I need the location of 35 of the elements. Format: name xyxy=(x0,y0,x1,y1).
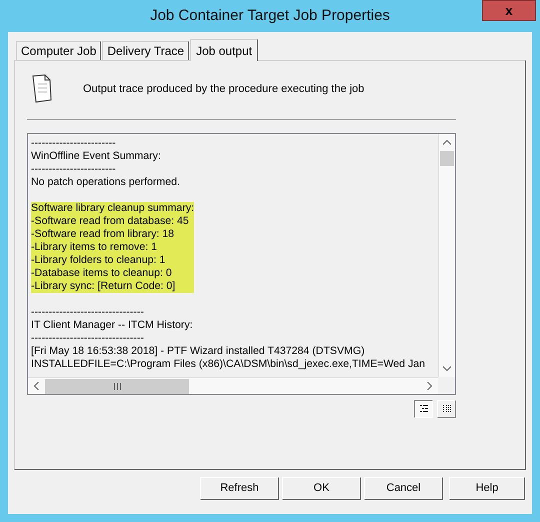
output-line: -Library sync: [Return Code: 0] xyxy=(31,280,176,293)
vertical-scrollbar[interactable] xyxy=(438,134,455,377)
dialog-button[interactable]: OK xyxy=(282,477,361,500)
output-line: -Software read from library: 18 xyxy=(31,228,174,241)
tab[interactable]: Computer Job xyxy=(16,41,102,60)
document-icon xyxy=(31,74,53,104)
close-button[interactable]: x xyxy=(482,0,536,21)
output-line: INSTALLEDFILE=C:\Program Files (x86)\CA\DSM\bin\sd_jexec.exe,TIME=Wed Jan xyxy=(31,358,426,371)
output-line: -Library items to remove: 1 xyxy=(31,241,157,254)
window-title: Job Container Target Job Properties xyxy=(150,6,390,26)
output-line: -Database items to cleanup: 0 xyxy=(31,267,172,280)
tab[interactable]: Job output xyxy=(190,39,258,61)
tab[interactable]: Delivery Trace xyxy=(102,41,190,60)
indented-list-icon xyxy=(420,405,428,413)
output-line: IT Client Manager -- ITCM History: xyxy=(31,319,193,332)
dialog-button[interactable]: Help xyxy=(449,477,525,500)
grip-icon xyxy=(114,382,120,390)
output-line: -------------------------------- xyxy=(31,332,144,345)
output-line: ------------------------ xyxy=(31,163,116,176)
description: Output trace produced by the procedure executing the job xyxy=(83,82,364,97)
output-line: ------------------------ xyxy=(31,137,116,150)
horizontal-scrollbar[interactable] xyxy=(28,377,438,394)
scrollbar-thumb[interactable] xyxy=(45,378,189,394)
dialog-button[interactable]: Refresh xyxy=(200,477,279,500)
output-line: WinOffline Event Summary: xyxy=(31,150,161,163)
output-line: Software library cleanup summary: xyxy=(31,202,194,215)
output-line: No patch operations performed. xyxy=(31,176,180,189)
scrollbar-thumb[interactable] xyxy=(440,151,454,166)
view-toggle-button[interactable] xyxy=(414,400,433,418)
output-line: -------------------------------- xyxy=(31,306,144,319)
output-line: -Library folders to cleanup: 1 xyxy=(31,254,166,267)
output-line: [Fri May 18 16:53:38 2018] - PTF Wizard installed T437284 (DTSVMG) xyxy=(31,345,365,358)
dialog-button[interactable]: Cancel xyxy=(364,477,443,500)
output-line: -Software read from database: 45 xyxy=(31,215,189,228)
output-text-area[interactable] xyxy=(27,133,456,395)
